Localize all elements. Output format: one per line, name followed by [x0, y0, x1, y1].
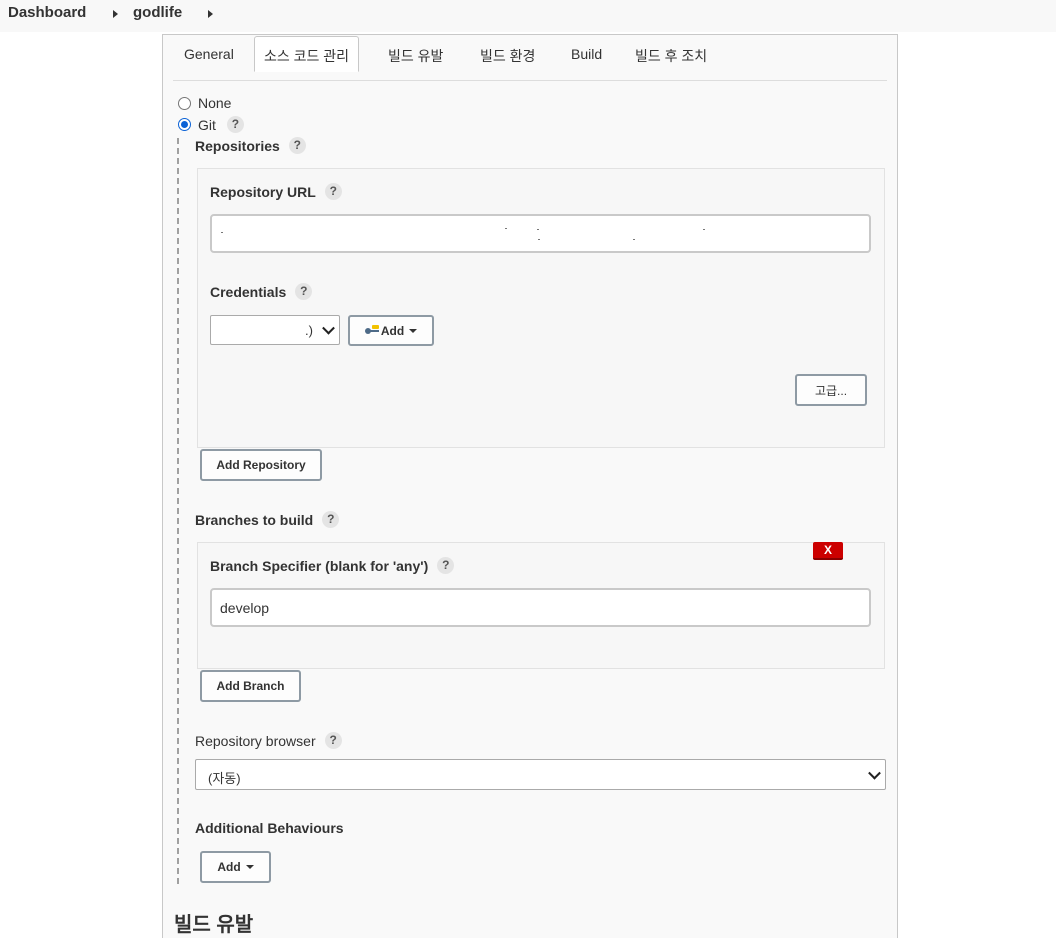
- branch-specifier-label: Branch Specifier (blank for 'any') ?: [210, 557, 455, 574]
- tab-post-build-actions[interactable]: 빌드 후 조치: [635, 46, 707, 66]
- breadcrumb: Dashboard godlife: [0, 0, 1056, 32]
- redacted-mark: [703, 229, 705, 230]
- repositories-label-text: Repositories: [195, 137, 280, 154]
- repository-browser-label-text: Repository browser: [195, 732, 316, 749]
- repositories-label: Repositories ?: [195, 137, 306, 154]
- help-icon[interactable]: ?: [437, 557, 455, 574]
- tab-source-code-management[interactable]: 소스 코드 관리: [254, 36, 360, 72]
- help-icon[interactable]: ?: [324, 183, 342, 200]
- branch-specifier-label-text: Branch Specifier (blank for 'any'): [210, 557, 429, 574]
- repository-browser-select-value: (자동): [208, 771, 241, 786]
- breadcrumb-arrow-icon[interactable]: [113, 10, 118, 18]
- repository-browser-select[interactable]: (자동): [195, 759, 886, 790]
- scm-git-label: Git: [198, 116, 216, 133]
- repository-url-label: Repository URL ?: [210, 183, 342, 200]
- credentials-label: Credentials ?: [210, 283, 313, 300]
- delete-branch-button[interactable]: X: [813, 542, 843, 560]
- additional-behaviours-label: Additional Behaviours: [195, 820, 344, 836]
- redacted-mark: [538, 239, 540, 240]
- tab-build[interactable]: Build: [571, 46, 602, 62]
- redacted-mark: [537, 229, 539, 230]
- help-icon[interactable]: ?: [322, 511, 340, 528]
- scm-none-radio[interactable]: [178, 96, 191, 110]
- repository-panel: [197, 168, 885, 448]
- branch-specifier-input[interactable]: [210, 588, 871, 627]
- add-behaviour-button[interactable]: Add: [200, 851, 271, 883]
- build-triggers-section-heading: 빌드 유발: [174, 914, 254, 936]
- tab-build-triggers[interactable]: 빌드 유발: [388, 46, 443, 66]
- add-behaviour-label: Add: [217, 860, 241, 874]
- git-section-guide: [177, 138, 179, 884]
- additional-behaviours-label-text: Additional Behaviours: [195, 820, 344, 836]
- repository-url-label-text: Repository URL: [210, 183, 316, 200]
- repository-browser-label: Repository browser ?: [195, 732, 342, 749]
- config-tabbar: General 소스 코드 관리 빌드 유발 빌드 환경 Build 빌드 후 …: [163, 34, 897, 73]
- redacted-mark: [505, 228, 507, 229]
- add-branch-button[interactable]: Add Branch: [200, 670, 301, 702]
- breadcrumb-arrow-icon[interactable]: [208, 10, 213, 18]
- add-repository-button[interactable]: Add Repository: [200, 449, 322, 481]
- help-icon[interactable]: ?: [295, 283, 313, 300]
- credentials-label-text: Credentials: [210, 283, 287, 300]
- caret-down-icon: [409, 328, 418, 333]
- chevron-down-icon: [868, 766, 881, 780]
- tab-general[interactable]: General: [184, 46, 234, 62]
- breadcrumb-project-link[interactable]: godlife: [133, 4, 182, 21]
- scm-git-radio[interactable]: [178, 118, 191, 131]
- tab-divider: [173, 80, 887, 81]
- credentials-select[interactable]: .): [210, 315, 340, 345]
- chevron-down-icon: [322, 321, 335, 335]
- branches-to-build-label: Branches to build ?: [195, 511, 340, 528]
- credentials-select-value: .): [305, 323, 313, 338]
- help-icon[interactable]: ?: [288, 137, 306, 154]
- branches-label-text: Branches to build: [195, 511, 314, 528]
- redacted-mark: [221, 232, 223, 233]
- scm-none-label: None: [198, 95, 232, 111]
- tab-build-environment[interactable]: 빌드 환경: [480, 46, 535, 66]
- caret-down-icon: [245, 865, 254, 869]
- redacted-mark: [633, 239, 635, 240]
- jenkins-config-page: Dashboard godlife General 소스 코드 관리 빌드 유발…: [0, 0, 1056, 938]
- add-credentials-button[interactable]: Add: [348, 315, 434, 346]
- help-icon[interactable]: ?: [226, 116, 244, 133]
- scm-git-option[interactable]: Git ?: [178, 116, 244, 133]
- scm-none-option[interactable]: None: [178, 95, 231, 111]
- repository-url-input[interactable]: [210, 214, 871, 253]
- help-icon[interactable]: ?: [324, 732, 342, 749]
- add-credentials-label: Add: [380, 323, 405, 338]
- breadcrumb-dashboard-link[interactable]: Dashboard: [8, 4, 86, 21]
- key-icon: [364, 324, 380, 335]
- advanced-button[interactable]: 고급...: [795, 374, 867, 406]
